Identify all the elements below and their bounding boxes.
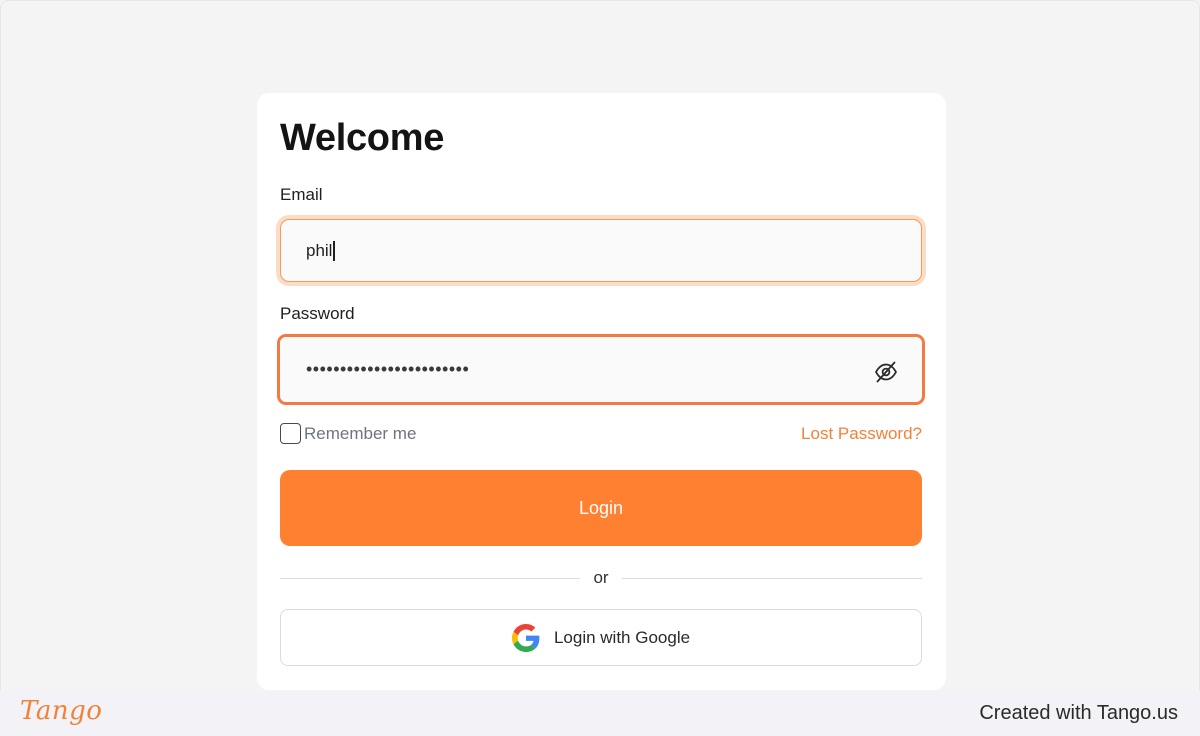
remember-me[interactable]: Remember me <box>280 423 416 444</box>
page-title: Welcome <box>280 117 445 159</box>
google-button-label: Login with Google <box>553 627 691 647</box>
tango-logo[interactable]: Tango <box>20 696 102 726</box>
password-field[interactable]: •••••••••••••••••••••••• <box>277 334 925 405</box>
remember-me-label: Remember me <box>304 423 417 443</box>
password-label: Password <box>280 304 355 323</box>
email-field[interactable]: phil <box>280 219 922 282</box>
divider-text: or <box>593 568 609 587</box>
lost-password-link[interactable]: Lost Password? <box>801 424 922 444</box>
text-caret <box>333 240 335 261</box>
login-button[interactable]: Login <box>280 470 922 546</box>
password-value: •••••••••••••••••••••••• <box>306 359 470 379</box>
google-icon <box>511 623 540 652</box>
divider-line-left <box>280 577 581 579</box>
login-card: Welcome Email phil Password ••••••••••••… <box>257 93 946 690</box>
email-label: Email <box>280 185 323 204</box>
email-value: phil <box>306 240 333 260</box>
app-background: Welcome Email phil Password ••••••••••••… <box>0 0 1200 690</box>
login-with-google-button[interactable]: Login with Google <box>280 609 922 666</box>
created-with-text[interactable]: Created with Tango.us <box>979 702 1178 725</box>
remember-me-checkbox[interactable] <box>280 423 301 444</box>
or-divider: or <box>280 567 922 589</box>
footer-bar: Tango Created with Tango.us <box>0 690 1200 736</box>
divider-line-right <box>621 577 922 579</box>
eye-off-icon[interactable] <box>874 361 898 383</box>
